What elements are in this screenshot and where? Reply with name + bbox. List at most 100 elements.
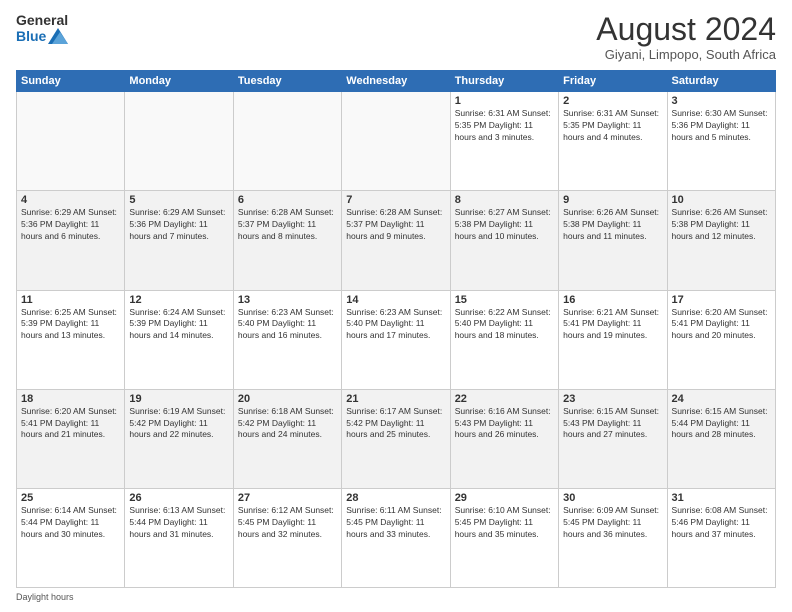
footer-note: Daylight hours: [16, 592, 776, 602]
calendar-cell: 5Sunrise: 6:29 AM Sunset: 5:36 PM Daylig…: [125, 191, 233, 290]
calendar-cell: 16Sunrise: 6:21 AM Sunset: 5:41 PM Dayli…: [559, 290, 667, 389]
day-header-wednesday: Wednesday: [342, 71, 450, 92]
day-number: 26: [129, 492, 228, 504]
day-number: 15: [455, 294, 554, 306]
day-info: Sunrise: 6:13 AM Sunset: 5:44 PM Dayligh…: [129, 505, 228, 541]
calendar-cell: 29Sunrise: 6:10 AM Sunset: 5:45 PM Dayli…: [450, 488, 558, 587]
day-info: Sunrise: 6:16 AM Sunset: 5:43 PM Dayligh…: [455, 406, 554, 442]
day-info: Sunrise: 6:23 AM Sunset: 5:40 PM Dayligh…: [238, 307, 337, 343]
logo-blue: Blue: [16, 28, 46, 44]
day-number: 31: [672, 492, 771, 504]
day-info: Sunrise: 6:14 AM Sunset: 5:44 PM Dayligh…: [21, 505, 120, 541]
day-info: Sunrise: 6:29 AM Sunset: 5:36 PM Dayligh…: [129, 207, 228, 243]
day-info: Sunrise: 6:09 AM Sunset: 5:45 PM Dayligh…: [563, 505, 662, 541]
logo-general: General: [16, 12, 68, 28]
calendar-cell: 6Sunrise: 6:28 AM Sunset: 5:37 PM Daylig…: [233, 191, 341, 290]
day-number: 27: [238, 492, 337, 504]
calendar-cell: 21Sunrise: 6:17 AM Sunset: 5:42 PM Dayli…: [342, 389, 450, 488]
day-number: 21: [346, 393, 445, 405]
calendar-cell: [17, 92, 125, 191]
day-number: 18: [21, 393, 120, 405]
calendar-cell: 20Sunrise: 6:18 AM Sunset: 5:42 PM Dayli…: [233, 389, 341, 488]
calendar-cell: 23Sunrise: 6:15 AM Sunset: 5:43 PM Dayli…: [559, 389, 667, 488]
calendar-cell: 7Sunrise: 6:28 AM Sunset: 5:37 PM Daylig…: [342, 191, 450, 290]
day-number: 19: [129, 393, 228, 405]
day-info: Sunrise: 6:10 AM Sunset: 5:45 PM Dayligh…: [455, 505, 554, 541]
day-info: Sunrise: 6:24 AM Sunset: 5:39 PM Dayligh…: [129, 307, 228, 343]
day-info: Sunrise: 6:18 AM Sunset: 5:42 PM Dayligh…: [238, 406, 337, 442]
page: General Blue August 2024 Giyani, Limpopo…: [0, 0, 792, 612]
calendar-cell: 11Sunrise: 6:25 AM Sunset: 5:39 PM Dayli…: [17, 290, 125, 389]
day-info: Sunrise: 6:31 AM Sunset: 5:35 PM Dayligh…: [455, 108, 554, 144]
day-info: Sunrise: 6:11 AM Sunset: 5:45 PM Dayligh…: [346, 505, 445, 541]
day-number: 20: [238, 393, 337, 405]
day-info: Sunrise: 6:22 AM Sunset: 5:40 PM Dayligh…: [455, 307, 554, 343]
day-number: 11: [21, 294, 120, 306]
calendar-cell: 27Sunrise: 6:12 AM Sunset: 5:45 PM Dayli…: [233, 488, 341, 587]
day-header-friday: Friday: [559, 71, 667, 92]
calendar-cell: 28Sunrise: 6:11 AM Sunset: 5:45 PM Dayli…: [342, 488, 450, 587]
day-info: Sunrise: 6:08 AM Sunset: 5:46 PM Dayligh…: [672, 505, 771, 541]
calendar-cell: 14Sunrise: 6:23 AM Sunset: 5:40 PM Dayli…: [342, 290, 450, 389]
logo-icon: [48, 28, 68, 44]
day-info: Sunrise: 6:28 AM Sunset: 5:37 PM Dayligh…: [346, 207, 445, 243]
day-number: 7: [346, 194, 445, 206]
day-number: 9: [563, 194, 662, 206]
day-info: Sunrise: 6:15 AM Sunset: 5:44 PM Dayligh…: [672, 406, 771, 442]
day-info: Sunrise: 6:29 AM Sunset: 5:36 PM Dayligh…: [21, 207, 120, 243]
day-info: Sunrise: 6:23 AM Sunset: 5:40 PM Dayligh…: [346, 307, 445, 343]
day-number: 25: [21, 492, 120, 504]
day-header-monday: Monday: [125, 71, 233, 92]
day-info: Sunrise: 6:20 AM Sunset: 5:41 PM Dayligh…: [21, 406, 120, 442]
day-header-saturday: Saturday: [667, 71, 775, 92]
day-number: 6: [238, 194, 337, 206]
day-number: 28: [346, 492, 445, 504]
day-info: Sunrise: 6:15 AM Sunset: 5:43 PM Dayligh…: [563, 406, 662, 442]
day-info: Sunrise: 6:28 AM Sunset: 5:37 PM Dayligh…: [238, 207, 337, 243]
title-block: August 2024 Giyani, Limpopo, South Afric…: [596, 12, 776, 62]
calendar-cell: 13Sunrise: 6:23 AM Sunset: 5:40 PM Dayli…: [233, 290, 341, 389]
calendar-cell: 18Sunrise: 6:20 AM Sunset: 5:41 PM Dayli…: [17, 389, 125, 488]
day-number: 10: [672, 194, 771, 206]
day-info: Sunrise: 6:17 AM Sunset: 5:42 PM Dayligh…: [346, 406, 445, 442]
day-number: 22: [455, 393, 554, 405]
calendar-cell: 17Sunrise: 6:20 AM Sunset: 5:41 PM Dayli…: [667, 290, 775, 389]
day-number: 12: [129, 294, 228, 306]
header: General Blue August 2024 Giyani, Limpopo…: [16, 12, 776, 62]
calendar-cell: [233, 92, 341, 191]
day-number: 1: [455, 95, 554, 107]
subtitle: Giyani, Limpopo, South Africa: [596, 47, 776, 62]
calendar-cell: 19Sunrise: 6:19 AM Sunset: 5:42 PM Dayli…: [125, 389, 233, 488]
day-number: 4: [21, 194, 120, 206]
day-info: Sunrise: 6:27 AM Sunset: 5:38 PM Dayligh…: [455, 207, 554, 243]
day-number: 3: [672, 95, 771, 107]
day-header-tuesday: Tuesday: [233, 71, 341, 92]
calendar-cell: 12Sunrise: 6:24 AM Sunset: 5:39 PM Dayli…: [125, 290, 233, 389]
day-number: 17: [672, 294, 771, 306]
day-number: 5: [129, 194, 228, 206]
day-info: Sunrise: 6:30 AM Sunset: 5:36 PM Dayligh…: [672, 108, 771, 144]
calendar-cell: 25Sunrise: 6:14 AM Sunset: 5:44 PM Dayli…: [17, 488, 125, 587]
day-info: Sunrise: 6:19 AM Sunset: 5:42 PM Dayligh…: [129, 406, 228, 442]
day-number: 24: [672, 393, 771, 405]
day-info: Sunrise: 6:31 AM Sunset: 5:35 PM Dayligh…: [563, 108, 662, 144]
day-number: 23: [563, 393, 662, 405]
calendar-cell: 10Sunrise: 6:26 AM Sunset: 5:38 PM Dayli…: [667, 191, 775, 290]
day-info: Sunrise: 6:25 AM Sunset: 5:39 PM Dayligh…: [21, 307, 120, 343]
calendar-table: SundayMondayTuesdayWednesdayThursdayFrid…: [16, 70, 776, 588]
calendar-cell: 1Sunrise: 6:31 AM Sunset: 5:35 PM Daylig…: [450, 92, 558, 191]
day-info: Sunrise: 6:26 AM Sunset: 5:38 PM Dayligh…: [563, 207, 662, 243]
calendar-cell: 9Sunrise: 6:26 AM Sunset: 5:38 PM Daylig…: [559, 191, 667, 290]
day-info: Sunrise: 6:20 AM Sunset: 5:41 PM Dayligh…: [672, 307, 771, 343]
calendar-cell: 26Sunrise: 6:13 AM Sunset: 5:44 PM Dayli…: [125, 488, 233, 587]
calendar-cell: 2Sunrise: 6:31 AM Sunset: 5:35 PM Daylig…: [559, 92, 667, 191]
calendar-cell: 24Sunrise: 6:15 AM Sunset: 5:44 PM Dayli…: [667, 389, 775, 488]
calendar-cell: 15Sunrise: 6:22 AM Sunset: 5:40 PM Dayli…: [450, 290, 558, 389]
day-number: 29: [455, 492, 554, 504]
logo: General Blue: [16, 12, 68, 44]
day-info: Sunrise: 6:12 AM Sunset: 5:45 PM Dayligh…: [238, 505, 337, 541]
calendar-cell: 31Sunrise: 6:08 AM Sunset: 5:46 PM Dayli…: [667, 488, 775, 587]
calendar-cell: 22Sunrise: 6:16 AM Sunset: 5:43 PM Dayli…: [450, 389, 558, 488]
calendar-cell: [125, 92, 233, 191]
calendar-cell: 4Sunrise: 6:29 AM Sunset: 5:36 PM Daylig…: [17, 191, 125, 290]
